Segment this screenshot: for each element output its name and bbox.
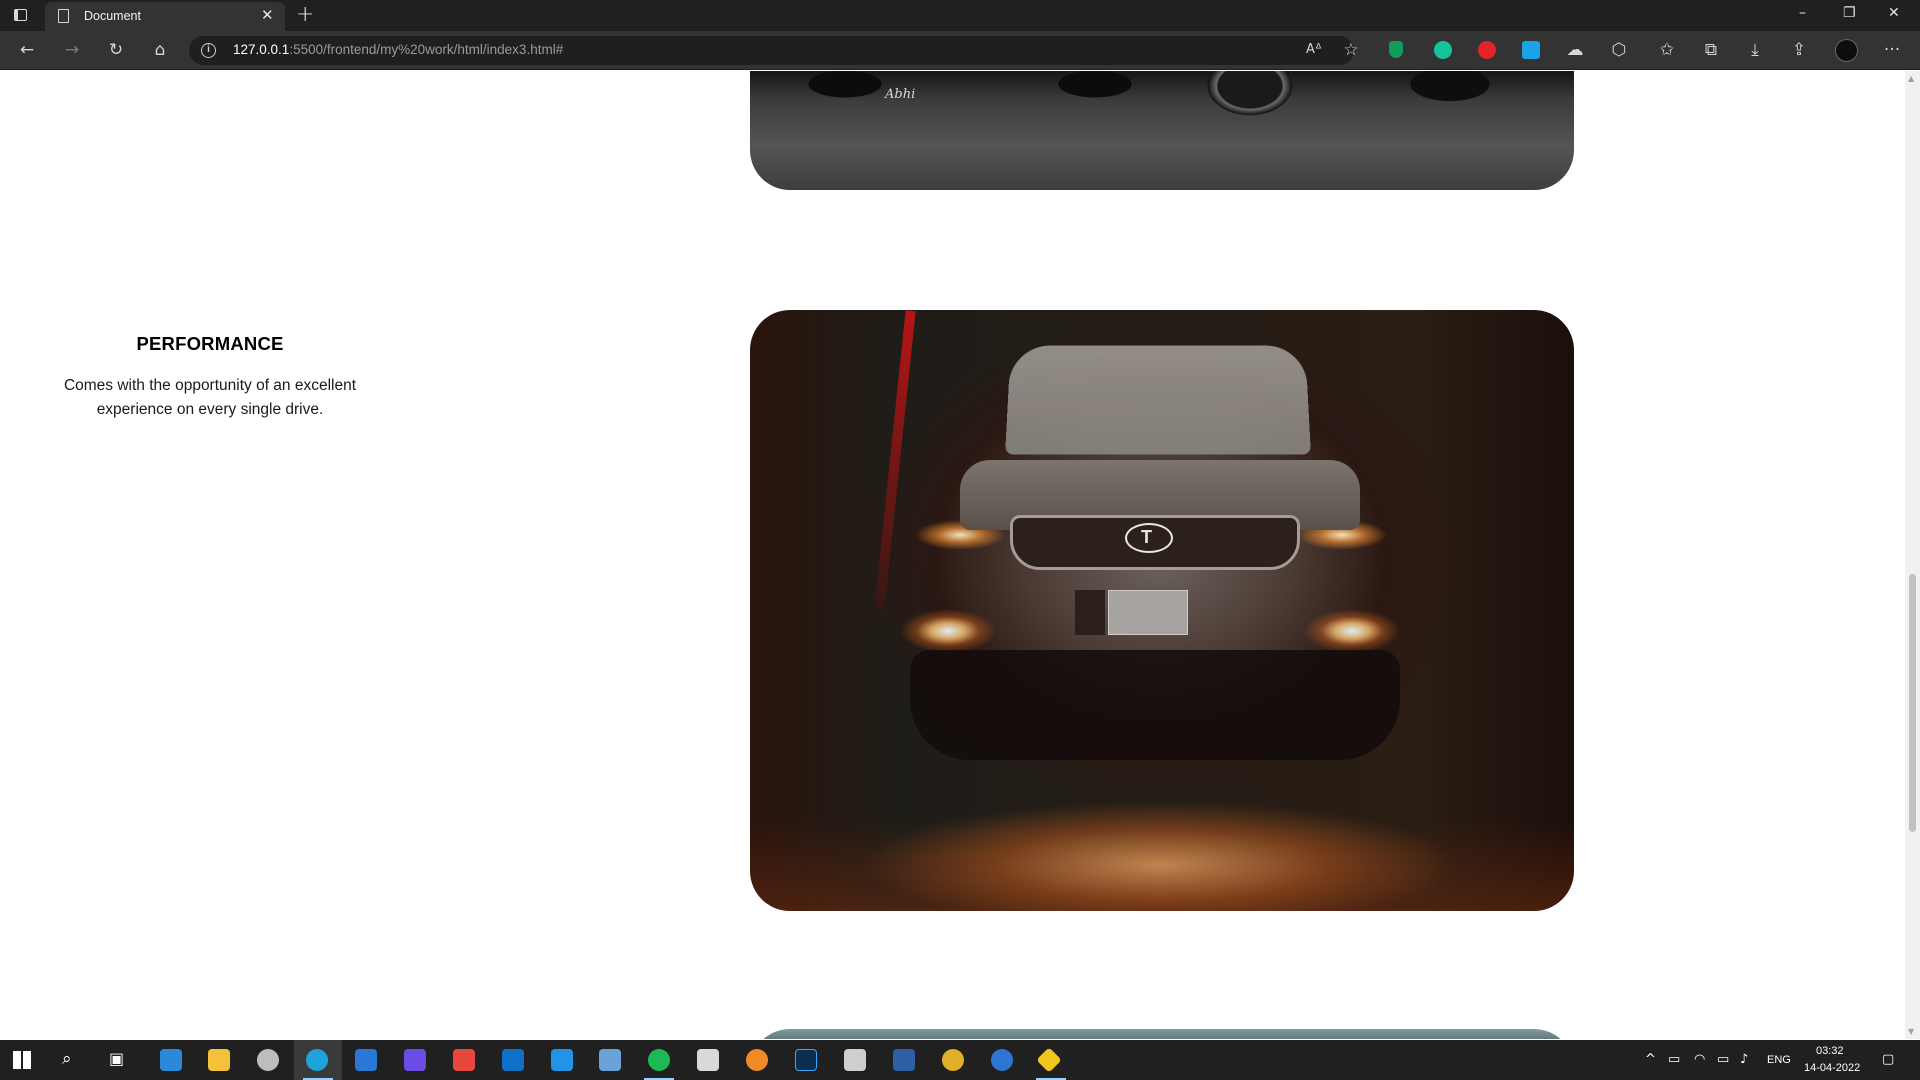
volume-icon[interactable]: ♪: [1740, 1052, 1748, 1067]
page-viewport: Abhi PERFORMANCE Comes with the opportun…: [0, 71, 1905, 1039]
restore-button[interactable]: ❐: [1843, 5, 1856, 21]
light-streak: [874, 310, 916, 610]
clock-date[interactable]: 14-04-2022: [1804, 1062, 1860, 1074]
extension-red-icon[interactable]: [1478, 41, 1496, 59]
refresh-icon[interactable]: ↻: [106, 40, 126, 60]
home-icon[interactable]: ⌂: [150, 40, 170, 60]
photo-signature: Abhi: [885, 87, 916, 102]
tab-title: Document: [84, 9, 141, 23]
database-icon[interactable]: [257, 1049, 279, 1071]
battery-icon[interactable]: ▭: [1717, 1052, 1729, 1067]
url-path: :5500/frontend/my%20work/html/index3.htm…: [289, 42, 564, 57]
clock-time[interactable]: 03:32: [1816, 1045, 1844, 1057]
close-window-button[interactable]: ✕: [1888, 5, 1900, 21]
file-explorer-icon[interactable]: [208, 1049, 230, 1071]
profile-avatar[interactable]: [1835, 39, 1858, 62]
car-image-performance: [750, 310, 1574, 911]
vscode-icon[interactable]: [551, 1049, 573, 1071]
chrome-canary-icon[interactable]: [942, 1049, 964, 1071]
favorite-add-icon[interactable]: ☆: [1341, 40, 1361, 60]
mysql-workbench-icon[interactable]: [893, 1049, 915, 1071]
car-image-top: Abhi: [750, 71, 1574, 190]
car-badge: [1075, 590, 1105, 635]
visual-studio-icon[interactable]: [404, 1049, 426, 1071]
read-aloud-icon[interactable]: Aᐞ: [1304, 40, 1324, 60]
scrollbar-thumb[interactable]: [1909, 574, 1916, 832]
store-icon[interactable]: [160, 1049, 182, 1071]
browser-toolbar: ← → ↻ ⌂ i 127.0.0.1:5500/frontend/my%20w…: [0, 31, 1920, 70]
notifications-icon[interactable]: ▢: [1882, 1052, 1894, 1067]
url-host: 127.0.0.1: [233, 42, 290, 57]
collections-icon[interactable]: ⧉: [1701, 40, 1721, 60]
car-logo: [1125, 523, 1173, 553]
mail-icon[interactable]: [355, 1049, 377, 1071]
minimize-button[interactable]: –: [1799, 5, 1806, 21]
feature-title: PERFORMANCE: [136, 333, 284, 354]
extension-translate-icon[interactable]: [1522, 41, 1540, 59]
extension-cloud-icon[interactable]: ☁: [1565, 40, 1585, 60]
forward-icon[interactable]: →: [62, 40, 82, 60]
site-info-icon[interactable]: i: [201, 43, 216, 58]
document-icon: [58, 9, 69, 23]
car-windshield: [1005, 345, 1311, 455]
wifi-icon[interactable]: ◠: [1694, 1052, 1705, 1067]
scroll-down-icon[interactable]: ▼: [1908, 1027, 1914, 1036]
browser-tab-bar: Document ✕ + – ❐ ✕: [0, 0, 1920, 31]
feature-description: Comes with the opportunity of an excelle…: [63, 377, 357, 418]
scrollbar[interactable]: ▲ ▼: [1905, 71, 1920, 1039]
favorites-icon[interactable]: ✩: [1657, 40, 1677, 60]
car-image-next: [750, 1029, 1574, 1039]
anydesk-icon[interactable]: [453, 1049, 475, 1071]
address-bar[interactable]: i 127.0.0.1:5500/frontend/my%20work/html…: [189, 36, 1359, 65]
windows-taskbar: ⌕ ▣ ^ ▭ ◠ ▭ ♪ ENG 03:32 14-04-2022 ▢: [0, 1040, 1920, 1080]
downloads-icon[interactable]: ⤓: [1745, 40, 1765, 60]
git-icon[interactable]: [1036, 1047, 1062, 1073]
task-view-icon[interactable]: ▣: [109, 1049, 124, 1068]
virtualbox-icon[interactable]: [599, 1049, 621, 1071]
license-plate: [1108, 590, 1188, 635]
share-icon[interactable]: ⇪: [1789, 40, 1809, 60]
unity-icon[interactable]: [844, 1049, 866, 1071]
blender-icon[interactable]: [746, 1049, 768, 1071]
terminal-icon[interactable]: [697, 1049, 719, 1071]
photoshop-icon[interactable]: [795, 1049, 817, 1071]
language-indicator[interactable]: ENG: [1767, 1054, 1791, 1066]
extensions-puzzle-icon[interactable]: ⬡: [1609, 40, 1629, 60]
display-icon[interactable]: ▭: [1668, 1052, 1680, 1067]
spotify-icon[interactable]: [648, 1049, 670, 1071]
scroll-up-icon[interactable]: ▲: [1908, 74, 1914, 83]
outlook-icon[interactable]: [502, 1049, 524, 1071]
grammarly-icon[interactable]: [1434, 41, 1452, 59]
start-icon[interactable]: [13, 1051, 31, 1069]
extension-shield-icon[interactable]: [1389, 41, 1403, 58]
url-text[interactable]: 127.0.0.1:5500/frontend/my%20work/html/i…: [233, 42, 563, 57]
back-icon[interactable]: ←: [17, 40, 37, 60]
app-w-icon[interactable]: [991, 1049, 1013, 1071]
browser-tab[interactable]: Document ✕: [45, 2, 285, 31]
tab-actions-icon[interactable]: [11, 7, 33, 25]
show-hidden-icons[interactable]: ^: [1645, 1052, 1656, 1067]
more-icon[interactable]: ···: [1882, 40, 1902, 60]
edge-icon[interactable]: [306, 1049, 328, 1071]
search-icon[interactable]: ⌕: [62, 1049, 72, 1069]
new-tab-button[interactable]: +: [296, 2, 314, 27]
tab-close-icon[interactable]: ✕: [261, 6, 274, 24]
car-bumper: [910, 650, 1400, 760]
feature-block: PERFORMANCE Comes with the opportunity o…: [30, 333, 390, 422]
